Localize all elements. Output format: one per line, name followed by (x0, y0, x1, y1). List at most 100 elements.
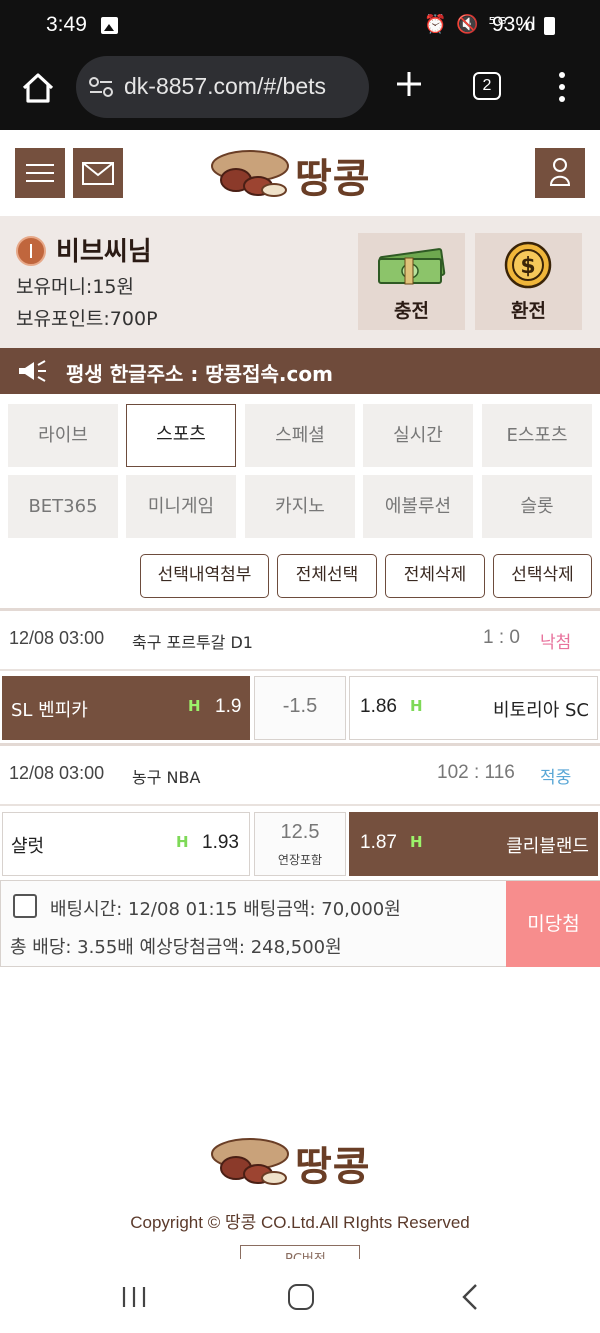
megaphone-icon (19, 360, 46, 382)
handicap-icon: H (410, 833, 423, 851)
category-bet365[interactable]: BET365 (8, 475, 118, 538)
home-nav-icon[interactable] (288, 1284, 314, 1310)
away-odds: 1.87 (360, 832, 397, 853)
battery-icon (544, 17, 555, 35)
menu-button[interactable] (15, 148, 65, 198)
away-team: 클리블랜드 (506, 836, 589, 857)
delete-all-button[interactable]: 전체삭제 (385, 554, 485, 598)
site-header: 땅콩 (0, 130, 600, 216)
away-odds-button[interactable]: 1.87 H 클리블랜드 (349, 812, 598, 876)
home-odds-button[interactable]: 샬럿 H 1.93 (2, 812, 250, 876)
delete-selected-button[interactable]: 선택삭제 (493, 554, 592, 598)
charge-button[interactable]: 충전 (358, 233, 465, 330)
attach-selection-button[interactable]: 선택내역첨부 (140, 554, 269, 598)
match-score: 1 : 0 (483, 627, 520, 648)
handicap-value: -1.5 (282, 695, 318, 717)
back-icon[interactable] (460, 1283, 480, 1311)
svg-text:$: $ (520, 254, 535, 279)
site-settings-icon[interactable] (88, 76, 114, 98)
coin-icon: $ (504, 241, 552, 289)
handicap-icon: H (188, 697, 201, 715)
peanut-icon (211, 1138, 289, 1185)
address-bar[interactable]: dk-8857.com/#/bets (76, 56, 369, 118)
balance-points: 보유포인트:700P (16, 308, 158, 330)
away-odds: 1.86 (360, 696, 397, 717)
user-button[interactable] (535, 148, 585, 198)
banner-text: 평생 한글주소 : 땅콩접속.com (66, 362, 333, 386)
select-all-button[interactable]: 전체선택 (277, 554, 377, 598)
url-text[interactable]: dk-8857.com/#/bets (124, 73, 326, 100)
match-league: 농구 NBA (132, 768, 201, 787)
logo-text: 땅콩 (295, 156, 371, 202)
charge-label: 충전 (394, 300, 429, 322)
exchange-label: 환전 (511, 300, 546, 322)
system-nav-bar (0, 1259, 600, 1333)
match-result: 낙첨 (540, 633, 572, 653)
mail-icon (82, 162, 114, 185)
user-info-panel: 비브씨님 보유머니:15원 보유포인트:700P 충전 $ 환전 (0, 216, 600, 348)
message-button[interactable] (73, 148, 123, 198)
match-datetime: 12/08 03:00 (9, 763, 105, 783)
divider (0, 804, 600, 806)
home-odds-button[interactable]: SL 벤피카 H 1.9 (2, 676, 250, 740)
bet-odds-payout: 총 배당: 3.55배 예상당첨금액: 248,500원 (10, 937, 342, 958)
peanut-icon (211, 150, 289, 197)
handicap-line[interactable]: -1.5 (254, 676, 346, 740)
match-score: 102 : 116 (437, 762, 515, 783)
new-tab-icon[interactable] (393, 68, 425, 100)
total-line[interactable]: 12.5 연장포함 (254, 812, 346, 876)
handicap-icon: H (410, 697, 423, 715)
total-value: 12.5 (280, 821, 320, 843)
cash-stack-icon (378, 248, 446, 285)
handicap-icon: H (176, 833, 189, 851)
bet-status-badge: 미당첨 (506, 881, 600, 967)
category-evolution[interactable]: 에볼루션 (363, 475, 473, 538)
away-odds-button[interactable]: 1.86 H 비토리아 SC (349, 676, 598, 740)
username: 비브씨님 (56, 237, 152, 267)
home-team: SL 벤피카 (11, 700, 88, 721)
pc-version-label: PC버전 (285, 1248, 326, 1259)
category-casino[interactable]: 카지노 (245, 475, 355, 538)
category-special[interactable]: 스페셜 (245, 404, 355, 467)
match-datetime: 12/08 03:00 (9, 628, 105, 648)
bet-time-amount: 배팅시간: 12/08 01:15 배팅금액: 70,000원 (50, 899, 401, 920)
copyright-text: Copyright © 땅콩 CO.Ltd.All RIghts Reserve… (130, 1213, 470, 1232)
category-realtime[interactable]: 실시간 (363, 404, 473, 467)
browser-toolbar: dk-8857.com/#/bets 2 (0, 52, 600, 130)
match-league: 축구 포르투갈 D1 (132, 633, 253, 652)
category-esports[interactable]: E스포츠 (482, 404, 592, 467)
divider (0, 669, 600, 671)
recent-apps-icon[interactable] (121, 1285, 147, 1309)
overtime-note: 연장포함 (277, 853, 323, 867)
category-sports[interactable]: 스포츠 (126, 404, 236, 467)
status-bar: 3:49 ⏰ 🔇 ⁵ᴳ .ıl 93% (0, 0, 600, 52)
category-live[interactable]: 라이브 (8, 404, 118, 467)
tab-switcher-button[interactable]: 2 (473, 72, 501, 100)
level-icon (16, 236, 46, 266)
battery-percent: 93% (492, 13, 535, 36)
footer-logo: 땅콩 (208, 1132, 390, 1194)
address-banner: 평생 한글주소 : 땅콩접속.com (0, 348, 600, 394)
match-result: 적중 (540, 768, 572, 788)
user-icon (549, 158, 571, 186)
more-options-icon[interactable] (552, 70, 572, 104)
hamburger-icon (26, 164, 54, 182)
category-slot[interactable]: 슬롯 (482, 475, 592, 538)
home-odds: 1.9 (215, 696, 242, 717)
home-icon[interactable] (16, 66, 60, 110)
home-odds: 1.93 (202, 832, 239, 853)
category-minigame[interactable]: 미니게임 (126, 475, 236, 538)
home-team: 샬럿 (11, 836, 45, 857)
balance-money: 보유머니:15원 (16, 276, 134, 298)
bet-slip-summary: 배팅시간: 12/08 01:15 배팅금액: 70,000원 총 배당: 3.… (0, 880, 600, 967)
match-header: 12/08 03:00 축구 포르투갈 D1 1 : 0 낙첨 (0, 611, 600, 667)
bet-select-checkbox[interactable] (13, 894, 37, 918)
site-logo[interactable]: 땅콩 (208, 144, 388, 204)
status-time: 3:49 (46, 13, 87, 36)
gallery-icon (101, 17, 118, 34)
pc-version-button[interactable]: PC버전 (240, 1245, 360, 1259)
match-header: 12/08 03:00 농구 NBA 102 : 116 적중 (0, 746, 600, 802)
exchange-button[interactable]: $ 환전 (475, 233, 582, 330)
away-team: 비토리아 SC (493, 700, 589, 721)
logo-text: 땅콩 (295, 1144, 371, 1190)
